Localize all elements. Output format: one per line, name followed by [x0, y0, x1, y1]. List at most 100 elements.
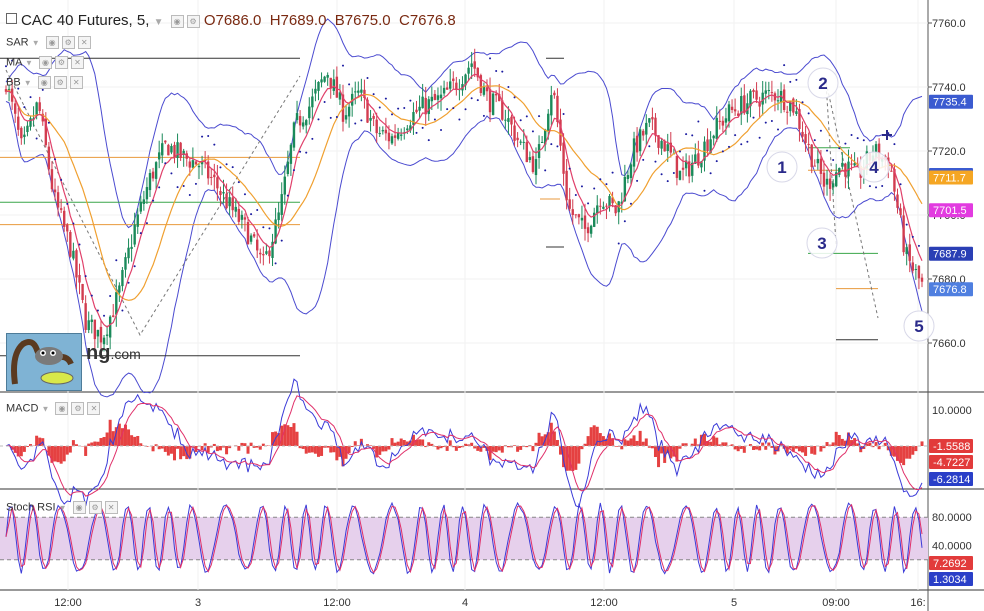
macd-histogram-bar: [399, 438, 403, 446]
indicator-ma[interactable]: MA ▼ ◉ ⚙ ✕: [6, 56, 84, 69]
candle-body: [501, 100, 504, 120]
dropdown-icon[interactable]: ▼: [32, 38, 40, 47]
candle-body: [262, 254, 265, 256]
eye-icon[interactable]: ◉: [72, 501, 86, 514]
macd-histogram-bar: [724, 442, 728, 446]
candle-body: [347, 106, 351, 117]
eye-icon[interactable]: ◉: [38, 56, 52, 69]
indicator-macd[interactable]: MACD ▼ ◉ ⚙ ✕: [6, 402, 101, 415]
dropdown-icon[interactable]: ▼: [25, 58, 33, 67]
price-tick-label: 7720.0: [932, 146, 966, 158]
candle-body: [920, 277, 924, 282]
stoch-rsi-pane[interactable]: [0, 501, 928, 575]
close-icon[interactable]: ✕: [70, 56, 84, 69]
macd-histogram-bar: [537, 432, 541, 446]
indicator-label: Stoch RSI: [6, 501, 56, 514]
sar-dot: [250, 213, 253, 216]
crosshair-icon: [882, 130, 892, 140]
gear-icon[interactable]: ⚙: [88, 501, 102, 514]
candle-body: [360, 89, 363, 93]
sar-dot: [311, 137, 314, 140]
candle-body: [626, 175, 630, 180]
gear-icon[interactable]: ⚙: [61, 36, 75, 49]
candle-body: [305, 120, 308, 126]
time-axis[interactable]: 12:00 3 12:00 4 12:00 5 09:00 16:: [54, 597, 925, 609]
macd-histogram-bar: [825, 442, 829, 446]
candle-body: [642, 130, 645, 136]
gear-icon[interactable]: ⚙: [54, 56, 68, 69]
candle-body: [314, 88, 317, 94]
close-icon[interactable]: ✕: [87, 402, 101, 415]
dropdown-icon[interactable]: ▼: [24, 78, 32, 87]
macd-histogram-bar: [758, 446, 762, 451]
candle-body: [718, 120, 722, 122]
wave-label-text: 1: [777, 158, 786, 177]
indicator-sar[interactable]: SAR ▼ ◉ ⚙ ✕: [6, 36, 91, 49]
macd-histogram-bar: [99, 438, 103, 446]
candle-body: [810, 144, 813, 168]
candle-body: [844, 163, 847, 177]
macd-histogram-bar: [476, 446, 480, 451]
candle-body: [219, 191, 222, 196]
macd-pane[interactable]: [0, 378, 928, 508]
dropdown-icon[interactable]: ▼: [59, 503, 67, 512]
sar-dot: [378, 106, 381, 109]
candle-body: [26, 125, 29, 133]
close-icon[interactable]: ✕: [77, 36, 91, 49]
candle-body: [47, 146, 51, 170]
dropdown-icon[interactable]: ▼: [154, 17, 164, 28]
macd-histogram-bar: [19, 446, 23, 457]
candle-body: [528, 157, 532, 161]
eye-icon[interactable]: ◉: [170, 14, 184, 28]
candle-body: [246, 221, 250, 245]
close-icon[interactable]: ✕: [104, 501, 118, 514]
sar-dot: [856, 137, 859, 140]
candle-body: [654, 117, 657, 136]
eye-icon[interactable]: ◉: [55, 402, 69, 415]
candle-body: [430, 96, 434, 102]
macd-histogram-bar: [905, 446, 909, 459]
sar-dot: [819, 129, 822, 132]
stoch-value-tag: 1.3034: [929, 572, 973, 586]
dropdown-icon[interactable]: ▼: [41, 404, 49, 413]
sar-dot: [305, 151, 308, 154]
indicator-stoch-rsi[interactable]: Stoch RSI ▼ ◉ ⚙ ✕: [6, 501, 118, 514]
indicator-bb[interactable]: BB ▼ ◉ ⚙ ✕: [6, 76, 83, 89]
candle-body: [914, 268, 918, 270]
sar-dot: [482, 114, 485, 117]
candle-body: [96, 329, 100, 337]
candle-body: [99, 326, 103, 343]
macd-histogram-bar: [90, 442, 94, 446]
sar-dot: [256, 209, 259, 212]
eye-icon[interactable]: ◉: [45, 36, 59, 49]
macd-histogram-bar: [292, 423, 296, 446]
sar-dot: [875, 186, 878, 189]
sar-dot: [84, 275, 87, 278]
eye-icon[interactable]: ◉: [37, 76, 51, 89]
gear-icon[interactable]: ⚙: [53, 76, 67, 89]
sar-dot: [90, 294, 93, 297]
macd-histogram-bar: [179, 446, 183, 460]
candle-body: [442, 87, 446, 94]
macd-histogram-bar: [93, 441, 97, 446]
gear-icon[interactable]: ⚙: [186, 14, 200, 28]
price-tag-text: 7687.9: [933, 249, 967, 261]
stoch-tick-label: 80.0000: [932, 512, 972, 524]
candle-body: [93, 319, 97, 340]
candle-body: [596, 205, 599, 214]
candle-body: [801, 131, 804, 137]
candle-body: [553, 92, 556, 96]
collapse-icon[interactable]: [6, 13, 17, 24]
candle-body: [145, 187, 149, 200]
gear-icon[interactable]: ⚙: [71, 402, 85, 415]
chart-header[interactable]: CAC 40 Futures, 5, ▼ ◉ ⚙ O7686.0 H7689.0 …: [6, 12, 456, 29]
close-icon[interactable]: ✕: [69, 76, 83, 89]
price-pane[interactable]: 1 2 3 4 5: [0, 18, 935, 398]
sar-dot: [917, 244, 920, 247]
candle-body: [78, 274, 81, 283]
candle-body: [118, 285, 121, 293]
macd-histogram-bar: [797, 446, 801, 452]
candle-body: [917, 265, 921, 279]
macd-histogram-bar: [316, 446, 320, 457]
macd-histogram-bar: [650, 446, 654, 449]
